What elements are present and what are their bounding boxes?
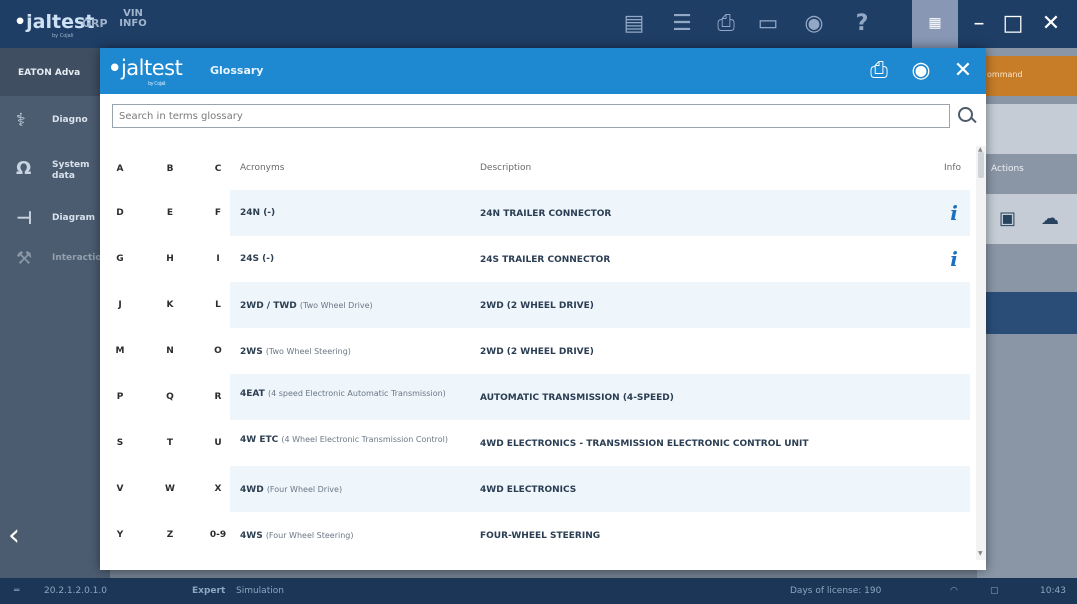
panel-strip [977, 104, 1077, 154]
acronym-cell: 4WS (Four Wheel Steering) [240, 531, 354, 541]
info-icon[interactable]: i [946, 201, 962, 225]
actions-label: Actions [991, 164, 1024, 174]
letter-index-item[interactable]: B [158, 164, 182, 174]
grp-button[interactable]: GRP [82, 17, 108, 30]
acronym-cell: 24S (-) [240, 254, 275, 264]
glossary-title: Glossary [210, 64, 264, 77]
letter-index-item[interactable]: E [158, 208, 182, 218]
image-icon[interactable]: ▣ [999, 208, 1016, 229]
acronym-cell: 2WD / TWD (Two Wheel Drive) [240, 301, 373, 311]
letter-index-item[interactable]: H [158, 254, 182, 264]
search-box [112, 104, 951, 128]
top-bar: •jaltest by Cojali GRP VIN INFO ▤ ☰ ⎙ ▭ … [0, 0, 1077, 48]
maximize-button[interactable]: □ [996, 8, 1030, 40]
scrollbar[interactable]: ▲ ▼ [976, 146, 986, 560]
grid-icon: ▦ [928, 15, 942, 31]
description-cell: 2WD (2 WHEEL DRIVE) [480, 301, 594, 311]
menu-icon[interactable]: ═ [14, 586, 19, 596]
letter-index-item[interactable]: V [108, 484, 132, 494]
cloud-icon[interactable]: ☁ [1041, 208, 1059, 229]
letter-index-item[interactable]: T [158, 438, 182, 448]
command-button[interactable]: ommand [977, 56, 1077, 96]
description-cell: 4WD ELECTRONICS - TRANSMISSION ELECTRONI… [480, 439, 809, 449]
glossary-logo: •jaltest by Cojali [108, 56, 183, 87]
printer-icon[interactable]: ⎙ [712, 11, 740, 37]
left-sidebar: EATON Adva ⚕ Diagno Ω System data ⊣ Diag… [0, 48, 110, 578]
wifi-icon: ◠ [950, 586, 958, 596]
letter-index-item[interactable]: C [206, 164, 230, 174]
acronym-cell: 4WD (Four Wheel Drive) [240, 485, 343, 495]
acronyms-header: Acronyms [240, 163, 285, 173]
tools-icon: ⚒ [16, 248, 33, 269]
letter-index-item[interactable]: D [108, 208, 132, 218]
letter-index-item[interactable]: M [108, 346, 132, 356]
letter-index-item[interactable]: P [108, 392, 132, 402]
letter-index-item[interactable]: Q [158, 392, 182, 402]
scroll-thumb[interactable] [978, 152, 984, 178]
letter-index-item[interactable]: S [108, 438, 132, 448]
glossary-table: A B C D E F G H I J K L M N O P Q R S T U V W X Y Z 0-9 24N (-) 24N… [100, 146, 986, 560]
acronym-cell: 4EAT (4 speed Electronic Automatic Trans… [240, 389, 446, 399]
description-cell: 24S TRAILER CONNECTOR [480, 255, 611, 265]
diagnosis-icon: ⚕ [16, 110, 26, 131]
description-cell: 2WD (2 WHEEL DRIVE) [480, 347, 594, 357]
status-bar: ═ 20.2.1.2.0.1.0 Expert Simulation Days … [0, 578, 1077, 604]
description-header: Description [480, 163, 532, 173]
letter-index-item[interactable]: O [206, 346, 230, 356]
letter-index-item[interactable]: A [108, 164, 132, 174]
glossary-dialog: •jaltest by Cojali Glossary ⎙ ◉ ✕ A B C D E F… [100, 48, 986, 570]
battery-icon[interactable]: ▭ [754, 11, 782, 37]
vin-info-button[interactable]: VIN INFO [118, 9, 148, 29]
description-cell: 4WD ELECTRONICS [480, 485, 577, 495]
letter-index-item[interactable]: Z [158, 530, 182, 540]
document-icon[interactable]: ▤ [620, 11, 648, 37]
scroll-down-icon[interactable]: ▼ [978, 550, 983, 557]
letter-index-item[interactable]: L [206, 300, 230, 310]
panel-selected-bar [977, 292, 1077, 334]
apps-grid-button[interactable]: ▦ [912, 0, 958, 48]
description-cell: FOUR-WHEEL STEERING [480, 531, 601, 541]
panel-strip [977, 194, 1077, 244]
description-cell: 24N TRAILER CONNECTOR [480, 209, 612, 219]
info-header: Info [944, 163, 962, 173]
right-panel: ommand Actions ▣ ☁ [977, 48, 1077, 578]
acronym-cell: 24N (-) [240, 208, 276, 218]
acronym-cell: 2WS (Two Wheel Steering) [240, 347, 351, 357]
system-title: EATON Adva [0, 48, 110, 96]
letter-index-item[interactable]: X [206, 484, 230, 494]
letter-index-item[interactable]: N [158, 346, 182, 356]
list-icon[interactable]: ☰ [668, 11, 696, 37]
acronym-cell: 4W ETC (4 Wheel Electronic Transmission … [240, 435, 448, 445]
search-icon [958, 107, 973, 122]
search-input[interactable] [113, 105, 951, 127]
letter-index-item[interactable]: I [206, 254, 230, 264]
letter-index-item[interactable]: K [158, 300, 182, 310]
letter-index-item[interactable]: F [206, 208, 230, 218]
camera-icon[interactable]: ◉ [906, 56, 936, 86]
letter-index-item[interactable]: W [158, 484, 182, 494]
help-icon[interactable]: ? [848, 11, 876, 37]
search-button[interactable] [952, 104, 980, 128]
close-window-button[interactable]: ✕ [1034, 8, 1068, 40]
description-cell: AUTOMATIC TRANSMISSION (4-SPEED) [480, 393, 674, 403]
letter-index-item[interactable]: 0-9 [206, 530, 230, 540]
letter-index-item[interactable]: G [108, 254, 132, 264]
letter-index-item[interactable]: J [108, 300, 132, 310]
print-icon[interactable]: ⎙ [864, 56, 894, 86]
back-arrow-icon[interactable]: ‹ [8, 518, 20, 553]
minimize-button[interactable]: – [962, 8, 996, 40]
letter-index-item[interactable]: R [206, 392, 230, 402]
close-icon[interactable]: ✕ [948, 56, 978, 86]
info-icon[interactable]: i [946, 247, 962, 271]
omega-icon: Ω [16, 158, 32, 179]
letter-index-item[interactable]: U [206, 438, 230, 448]
diagram-icon: ⊣ [16, 208, 33, 229]
glossary-header: •jaltest by Cojali Glossary ⎙ ◉ ✕ [100, 48, 986, 94]
camera-icon[interactable]: ◉ [800, 11, 828, 37]
letter-index-item[interactable]: Y [108, 530, 132, 540]
calendar-icon[interactable]: ▢ [990, 586, 999, 596]
